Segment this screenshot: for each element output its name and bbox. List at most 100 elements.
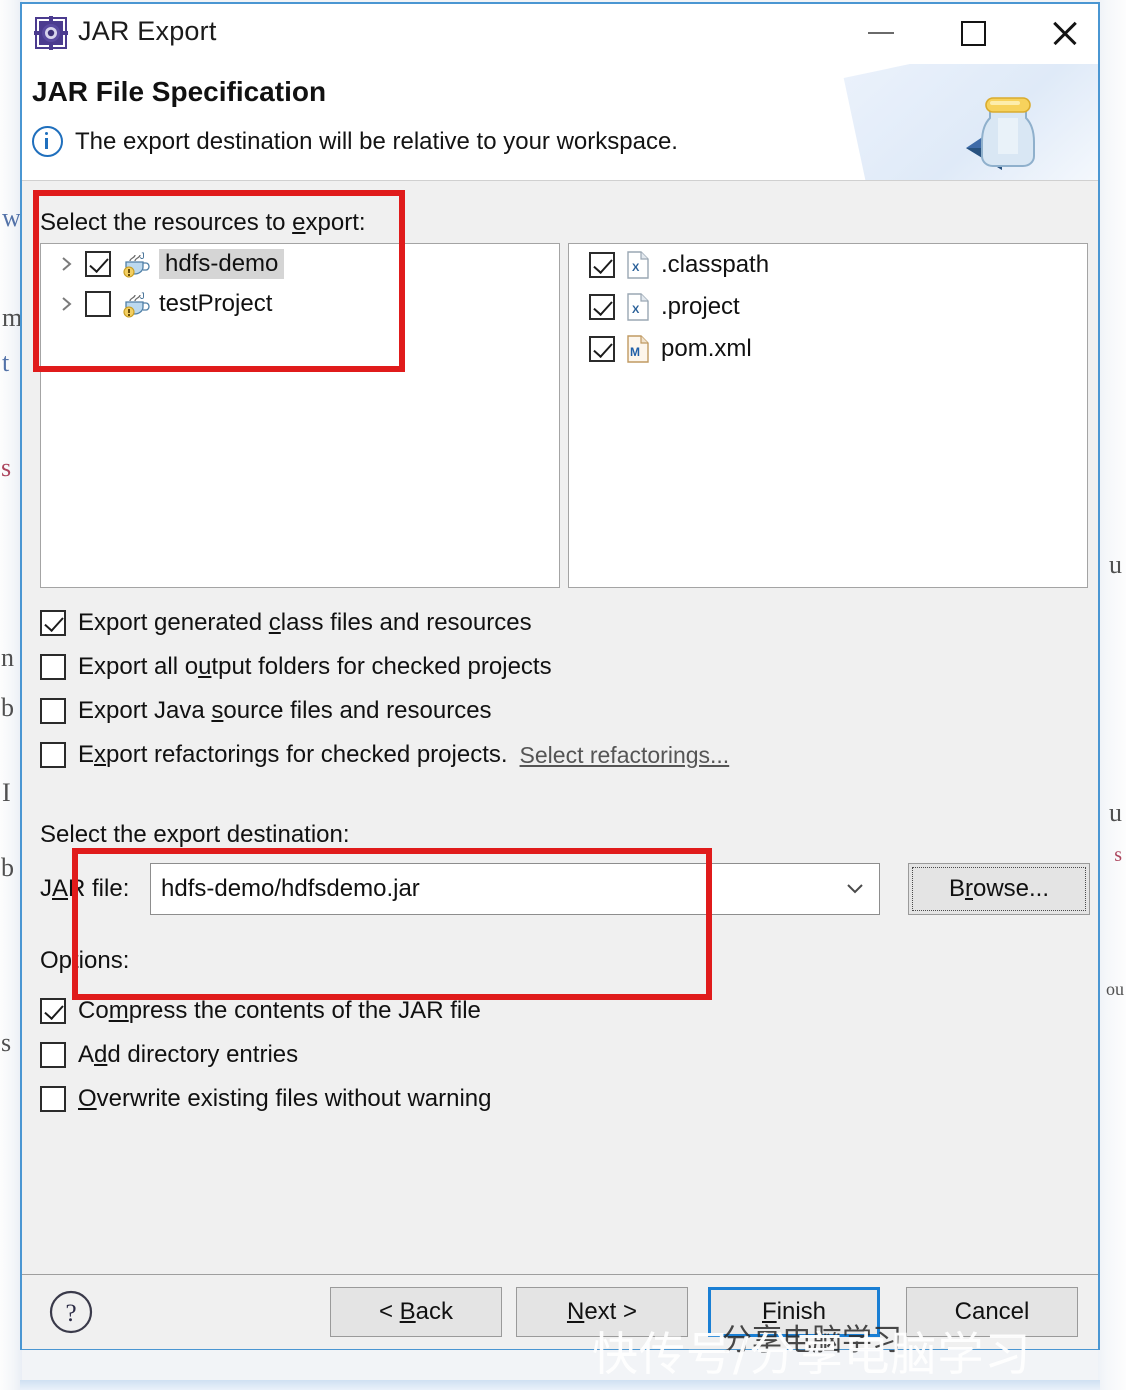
maximize-button[interactable] bbox=[930, 4, 1016, 62]
label-pre: Co bbox=[78, 997, 109, 1024]
overwrite-existing-files-checkbox[interactable] bbox=[40, 1086, 66, 1112]
close-button[interactable] bbox=[1022, 4, 1108, 62]
file-badge: M bbox=[630, 345, 640, 359]
label-post: lass files and resources bbox=[280, 609, 532, 636]
label-post: verwrite existing files without warning bbox=[96, 1085, 492, 1112]
dialog-footer: ? < Back Next > Finish Cancel bbox=[22, 1275, 1098, 1349]
tree-item-label: hdfs-demo bbox=[159, 249, 285, 279]
label-mnemonic: m bbox=[108, 997, 129, 1024]
banner-message: The export destination will be relative … bbox=[75, 127, 678, 155]
label-post: press the contents of the JAR file bbox=[128, 997, 481, 1024]
tree-item-checkbox-hdfs-demo[interactable] bbox=[85, 251, 111, 277]
chevron-right-icon[interactable] bbox=[59, 295, 85, 313]
resources-label: Select the resources to export: bbox=[40, 209, 366, 237]
table-row[interactable]: J hdfs-demo bbox=[41, 244, 559, 284]
next-button[interactable]: Next > bbox=[516, 1287, 688, 1337]
java-project-icon: J bbox=[121, 249, 151, 279]
jar-export-dialog: JAR Export JAR File Specification The ex… bbox=[20, 2, 1100, 1350]
overwrite-existing-files-row[interactable]: Overwrite existing files without warning bbox=[40, 1077, 492, 1121]
label-post: R file: bbox=[68, 875, 130, 902]
table-row[interactable]: J testProject bbox=[41, 284, 559, 324]
label-pre: Export generated bbox=[78, 609, 269, 636]
minimize-icon bbox=[868, 32, 894, 34]
bg-fragment: w bbox=[2, 203, 21, 232]
compress-contents-row[interactable]: Compress the contents of the JAR file bbox=[40, 989, 492, 1033]
add-directory-entries-checkbox[interactable] bbox=[40, 1042, 66, 1068]
help-question-icon[interactable]: ? bbox=[48, 1289, 94, 1335]
jar-jar-icon bbox=[960, 78, 1056, 174]
background-left-panel: w m t s n b I b s bbox=[0, 0, 22, 1390]
label-mnemonic: N bbox=[566, 1298, 585, 1325]
minimize-button[interactable] bbox=[838, 4, 924, 62]
label-pre: Export Java bbox=[78, 697, 212, 724]
label-mnemonic: O bbox=[78, 1085, 97, 1112]
label-pre: A bbox=[78, 1041, 95, 1068]
file-badge: X bbox=[632, 304, 640, 316]
cancel-button[interactable]: Cancel bbox=[906, 1287, 1078, 1337]
label-mnemonic: x bbox=[94, 741, 107, 768]
add-directory-entries-row[interactable]: Add directory entries bbox=[40, 1033, 492, 1077]
compress-contents-checkbox[interactable] bbox=[40, 998, 66, 1024]
label-mnemonic: c bbox=[268, 609, 281, 636]
label-pre: Export all o bbox=[78, 653, 199, 680]
back-button[interactable]: < Back bbox=[330, 1287, 502, 1337]
finish-button[interactable]: Finish bbox=[708, 1287, 880, 1337]
file-checkbox-project[interactable] bbox=[589, 294, 615, 320]
export-refactorings-row[interactable]: Export refactorings for checked projects… bbox=[40, 733, 729, 777]
export-generated-class-files-row[interactable]: Export generated class files and resourc… bbox=[40, 601, 729, 645]
maven-file-icon: M bbox=[625, 335, 651, 363]
file-checkbox-classpath[interactable] bbox=[589, 252, 615, 278]
svg-text:J: J bbox=[140, 251, 145, 261]
list-item[interactable]: X .project bbox=[569, 286, 1087, 328]
bg-fragment: I bbox=[2, 778, 11, 807]
label-post: ext > bbox=[584, 1298, 638, 1325]
chevron-right-icon[interactable] bbox=[59, 255, 85, 273]
resource-file-panel[interactable]: X .classpath X .project M pom.xml bbox=[568, 243, 1088, 588]
dialog-title-bar: JAR Export bbox=[22, 4, 1098, 64]
label-pre: < bbox=[378, 1298, 400, 1325]
label-mnemonic: F bbox=[761, 1298, 777, 1325]
tree-item-label: testProject bbox=[159, 290, 273, 317]
export-refactorings-checkbox[interactable] bbox=[40, 742, 66, 768]
xml-file-icon: X bbox=[625, 251, 651, 279]
label-post: ack bbox=[415, 1298, 454, 1325]
list-item[interactable]: X .classpath bbox=[569, 244, 1087, 286]
bg-fragment: u bbox=[1109, 550, 1122, 579]
select-refactorings-link[interactable]: Select refactorings... bbox=[520, 742, 730, 769]
label-mnemonic: s bbox=[211, 697, 224, 724]
dialog-header-banner: JAR File Specification The export destin… bbox=[22, 64, 1098, 180]
file-label: .project bbox=[661, 293, 740, 320]
jar-file-combobox[interactable] bbox=[150, 863, 880, 915]
resource-tree-panel[interactable]: J hdfs-demo J testProject bbox=[40, 243, 560, 588]
jar-file-input[interactable] bbox=[151, 865, 803, 913]
xml-file-icon: X bbox=[625, 293, 651, 321]
dialog-content: Select the resources to export: J hdfs-d… bbox=[22, 181, 1098, 1274]
cancel-label: Cancel bbox=[954, 1298, 1030, 1325]
chevron-down-icon[interactable] bbox=[845, 879, 865, 899]
banner-message-row: The export destination will be relative … bbox=[32, 126, 678, 157]
back-label: < Back bbox=[379, 1298, 453, 1326]
dialog-title: JAR Export bbox=[78, 16, 217, 46]
label-post: inish bbox=[776, 1298, 827, 1325]
browse-button[interactable]: Browse... bbox=[908, 863, 1090, 915]
label-post: tput folders for checked projects bbox=[211, 653, 552, 680]
bg-fragment: b bbox=[1, 853, 14, 882]
list-item[interactable]: M pom.xml bbox=[569, 328, 1087, 370]
export-generated-class-files-checkbox[interactable] bbox=[40, 610, 66, 636]
compress-contents-label: Compress the contents of the JAR file bbox=[78, 997, 481, 1025]
export-all-output-folders-row[interactable]: Export all output folders for checked pr… bbox=[40, 645, 729, 689]
file-checkbox-pomxml[interactable] bbox=[589, 336, 615, 362]
tree-item-checkbox-testproject[interactable] bbox=[85, 291, 111, 317]
label-pre: J bbox=[40, 875, 52, 902]
bg-fragment: ou bbox=[1106, 979, 1124, 999]
label-mnemonic: u bbox=[198, 653, 212, 680]
label-post: ource files and resources bbox=[223, 697, 492, 724]
bg-fragment: s bbox=[1, 1028, 12, 1057]
resources-label-post: xport: bbox=[305, 209, 366, 236]
export-java-source-files-checkbox[interactable] bbox=[40, 698, 66, 724]
export-all-output-folders-checkbox[interactable] bbox=[40, 654, 66, 680]
export-java-source-files-row[interactable]: Export Java source files and resources bbox=[40, 689, 729, 733]
info-icon bbox=[32, 126, 63, 157]
bg-fragment: n bbox=[1, 643, 14, 672]
bg-fragment: b bbox=[1, 693, 14, 722]
